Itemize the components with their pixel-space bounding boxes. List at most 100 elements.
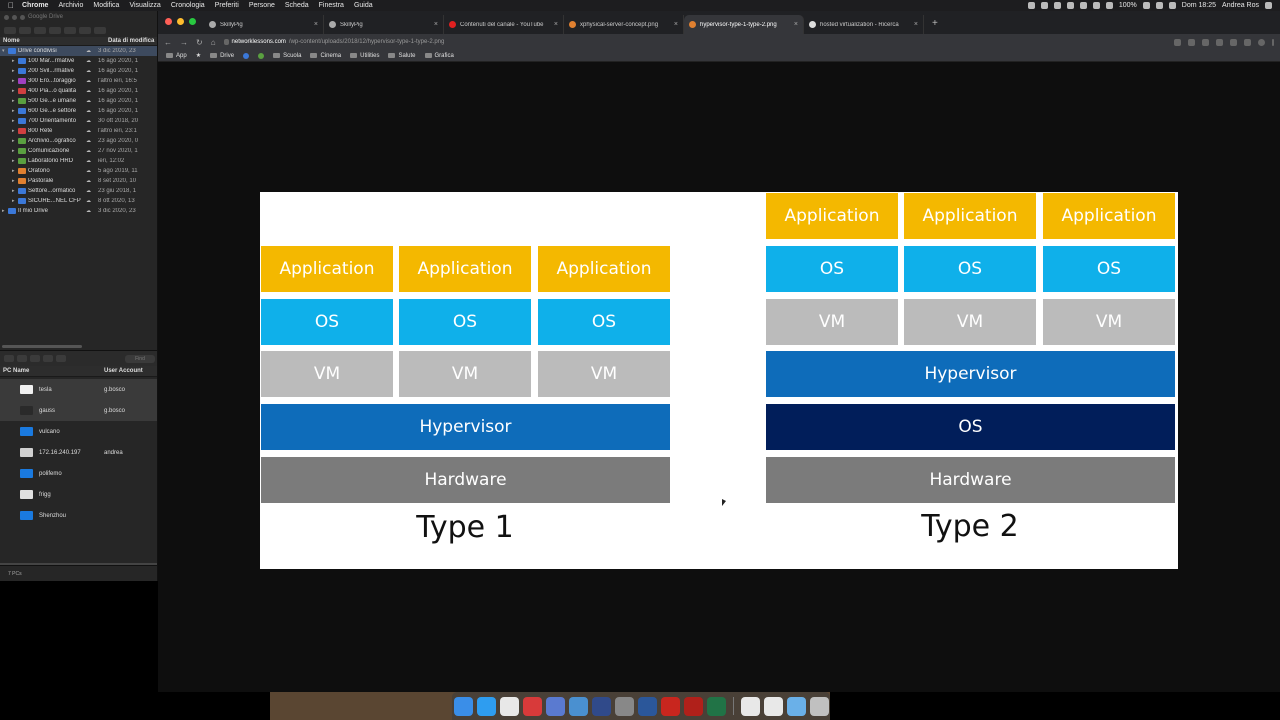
tab-close-icon[interactable]: ×	[314, 21, 318, 28]
menu-scheda[interactable]: Scheda	[285, 2, 309, 9]
profile-avatar-icon[interactable]	[1258, 38, 1265, 46]
minimize-window-icon[interactable]	[177, 18, 184, 25]
status-icon[interactable]	[1027, 2, 1035, 9]
zoom-icon[interactable]	[1174, 38, 1181, 46]
menu-preferiti[interactable]: Preferiti	[215, 2, 239, 9]
file-row[interactable]: ▸ Settore...ormatico ☁ 23 giu 2018, 1	[0, 186, 157, 196]
column-user-account[interactable]: User Account	[104, 368, 143, 374]
view-icon[interactable]	[4, 355, 14, 362]
system-preferences-icon[interactable]	[614, 696, 634, 716]
apple-icon[interactable]: 	[0, 1, 22, 10]
menubar-user[interactable]: Andrea Ros	[1222, 2, 1259, 9]
view-icon[interactable]	[30, 355, 40, 362]
battery-percent[interactable]: 100%	[1119, 2, 1137, 9]
column-date[interactable]: Data di modifica	[108, 38, 154, 44]
add-icon[interactable]	[56, 355, 66, 362]
tab-close-icon[interactable]: ×	[794, 21, 798, 28]
pc-row[interactable]: frigg	[0, 484, 157, 505]
view-icon[interactable]	[34, 26, 46, 34]
battery-icon[interactable]	[1142, 2, 1150, 9]
menu-guida[interactable]: Guida	[354, 2, 373, 9]
pc-row[interactable]: tesla g.bosco	[0, 379, 157, 400]
status-icon[interactable]	[1066, 2, 1074, 9]
extension-icon[interactable]	[1230, 38, 1237, 46]
window-zoom-icon[interactable]	[20, 14, 25, 20]
bookmark-star[interactable]: ★	[196, 52, 201, 59]
browser-tab[interactable]: SkillyPig ×	[204, 15, 324, 34]
zoom-window-icon[interactable]	[189, 18, 196, 25]
menu-archivio[interactable]: Archivio	[58, 2, 83, 9]
file-row[interactable]: ▾ Drive condivisi ☁ 3 dic 2020, 23	[0, 46, 157, 56]
bookmark-site[interactable]	[243, 52, 250, 59]
column-pc-name[interactable]: PC Name	[0, 368, 104, 374]
menu-persone[interactable]: Persone	[249, 2, 275, 9]
excel-icon[interactable]	[706, 696, 726, 716]
file-row[interactable]: ▸ 700 Orientamento ☁ 30 ott 2018, 20	[0, 116, 157, 126]
file-row[interactable]: ▸ Archivio...ografico ☁ 23 ago 2020, 0	[0, 136, 157, 146]
file-row[interactable]: ▸ 800 Rete ☁ l'altro ieri, 23:1	[0, 126, 157, 136]
menu-kebab-icon[interactable]	[1272, 38, 1274, 46]
document-icon[interactable]	[740, 696, 760, 716]
menu-cronologia[interactable]: Cronologia	[171, 2, 205, 9]
status-icon[interactable]	[1053, 2, 1061, 9]
new-tab-icon[interactable]: +	[924, 18, 946, 34]
app-icon[interactable]	[522, 696, 542, 716]
menu-app-name[interactable]: Chrome	[22, 2, 48, 9]
pc-row[interactable]: polifemo	[0, 463, 157, 484]
volume-icon[interactable]	[1105, 2, 1113, 9]
column-name[interactable]: Nome	[0, 38, 108, 44]
file-row[interactable]: ▸ Laboratorio HRD ☁ ieri, 12:02	[0, 156, 157, 166]
tab-close-icon[interactable]: ×	[914, 21, 918, 28]
view-icon[interactable]	[17, 355, 27, 362]
pc-row[interactable]: vulcano	[0, 421, 157, 442]
bookmark-star-icon[interactable]	[1188, 38, 1195, 46]
scrollbar-thumb[interactable]	[2, 345, 82, 348]
file-row[interactable]: ▸ 300 Ero...toraggio ☁ l'altro ieri, 16:5	[0, 76, 157, 86]
file-row[interactable]: ▸ 600 Ge...e settore ☁ 16 ago 2020, 1	[0, 106, 157, 116]
browser-tab[interactable]: Contenuti del canale - YouTube ×	[444, 15, 564, 34]
url-field[interactable]: networklessons.com/wp-content/uploads/20…	[223, 39, 1166, 45]
browser-tab[interactable]: hypervisor-type-1-type-2.png ×	[684, 15, 804, 34]
bookmark-cinema[interactable]: Cinema	[310, 53, 341, 59]
control-center-icon[interactable]	[1265, 2, 1272, 9]
trash-icon[interactable]	[809, 696, 829, 716]
file-row[interactable]: ▸ Pastorale ☁ 8 set 2020, 10	[0, 176, 157, 186]
acrobat-icon[interactable]	[660, 696, 680, 716]
downloads-folder-icon[interactable]	[786, 696, 806, 716]
bookmark-site[interactable]	[258, 52, 265, 59]
document-icon[interactable]	[763, 696, 783, 716]
pc-row[interactable]: 172.16.240.197 andrea	[0, 442, 157, 463]
pc-search-input[interactable]: Find	[125, 354, 155, 363]
back-icon[interactable]	[4, 26, 16, 34]
file-row[interactable]: ▸ 400 Pia...o qualità ☁ 16 ago 2020, 1	[0, 86, 157, 96]
extension-icon[interactable]	[1202, 38, 1209, 46]
app-icon[interactable]	[545, 696, 565, 716]
file-row[interactable]: ▸ SICURE...NEL CFP ☁ 8 ott 2020, 13	[0, 196, 157, 206]
file-row[interactable]: ▸ Comunicazione ☁ 27 nov 2020, 1	[0, 146, 157, 156]
lock-icon[interactable]	[223, 39, 229, 45]
reload-icon[interactable]: ↻	[196, 38, 203, 47]
menu-finestra[interactable]: Finestra	[319, 2, 344, 9]
extensions-puzzle-icon[interactable]	[1244, 38, 1251, 46]
home-icon[interactable]: ⌂	[211, 38, 216, 47]
browser-tab[interactable]: hosted virtualization - Ricerca ×	[804, 15, 924, 34]
view-icon[interactable]	[43, 355, 53, 362]
app-icon[interactable]	[591, 696, 611, 716]
file-row[interactable]: ▸ Oratorio ☁ 5 ago 2019, 11	[0, 166, 157, 176]
word-icon[interactable]	[637, 696, 657, 716]
pc-row[interactable]: gauss g.bosco	[0, 400, 157, 421]
close-window-icon[interactable]	[165, 18, 172, 25]
back-arrow-icon[interactable]: ←	[164, 38, 172, 47]
forward-arrow-icon[interactable]: →	[180, 38, 188, 47]
share-icon[interactable]	[79, 26, 91, 34]
app-icon[interactable]	[683, 696, 703, 716]
finder-icon[interactable]	[453, 696, 473, 716]
bookmark-scuola[interactable]: Scuola	[273, 53, 301, 59]
menu-modifica[interactable]: Modifica	[93, 2, 119, 9]
menu-visualizza[interactable]: Visualizza	[129, 2, 160, 9]
browser-tab[interactable]: xphysical-server-concept.png ×	[564, 15, 684, 34]
bookmark-grafica[interactable]: Grafica	[424, 53, 454, 59]
action-icon[interactable]	[94, 26, 106, 34]
bookmark-utilities[interactable]: Utilities	[350, 53, 379, 59]
tab-close-icon[interactable]: ×	[434, 21, 438, 28]
